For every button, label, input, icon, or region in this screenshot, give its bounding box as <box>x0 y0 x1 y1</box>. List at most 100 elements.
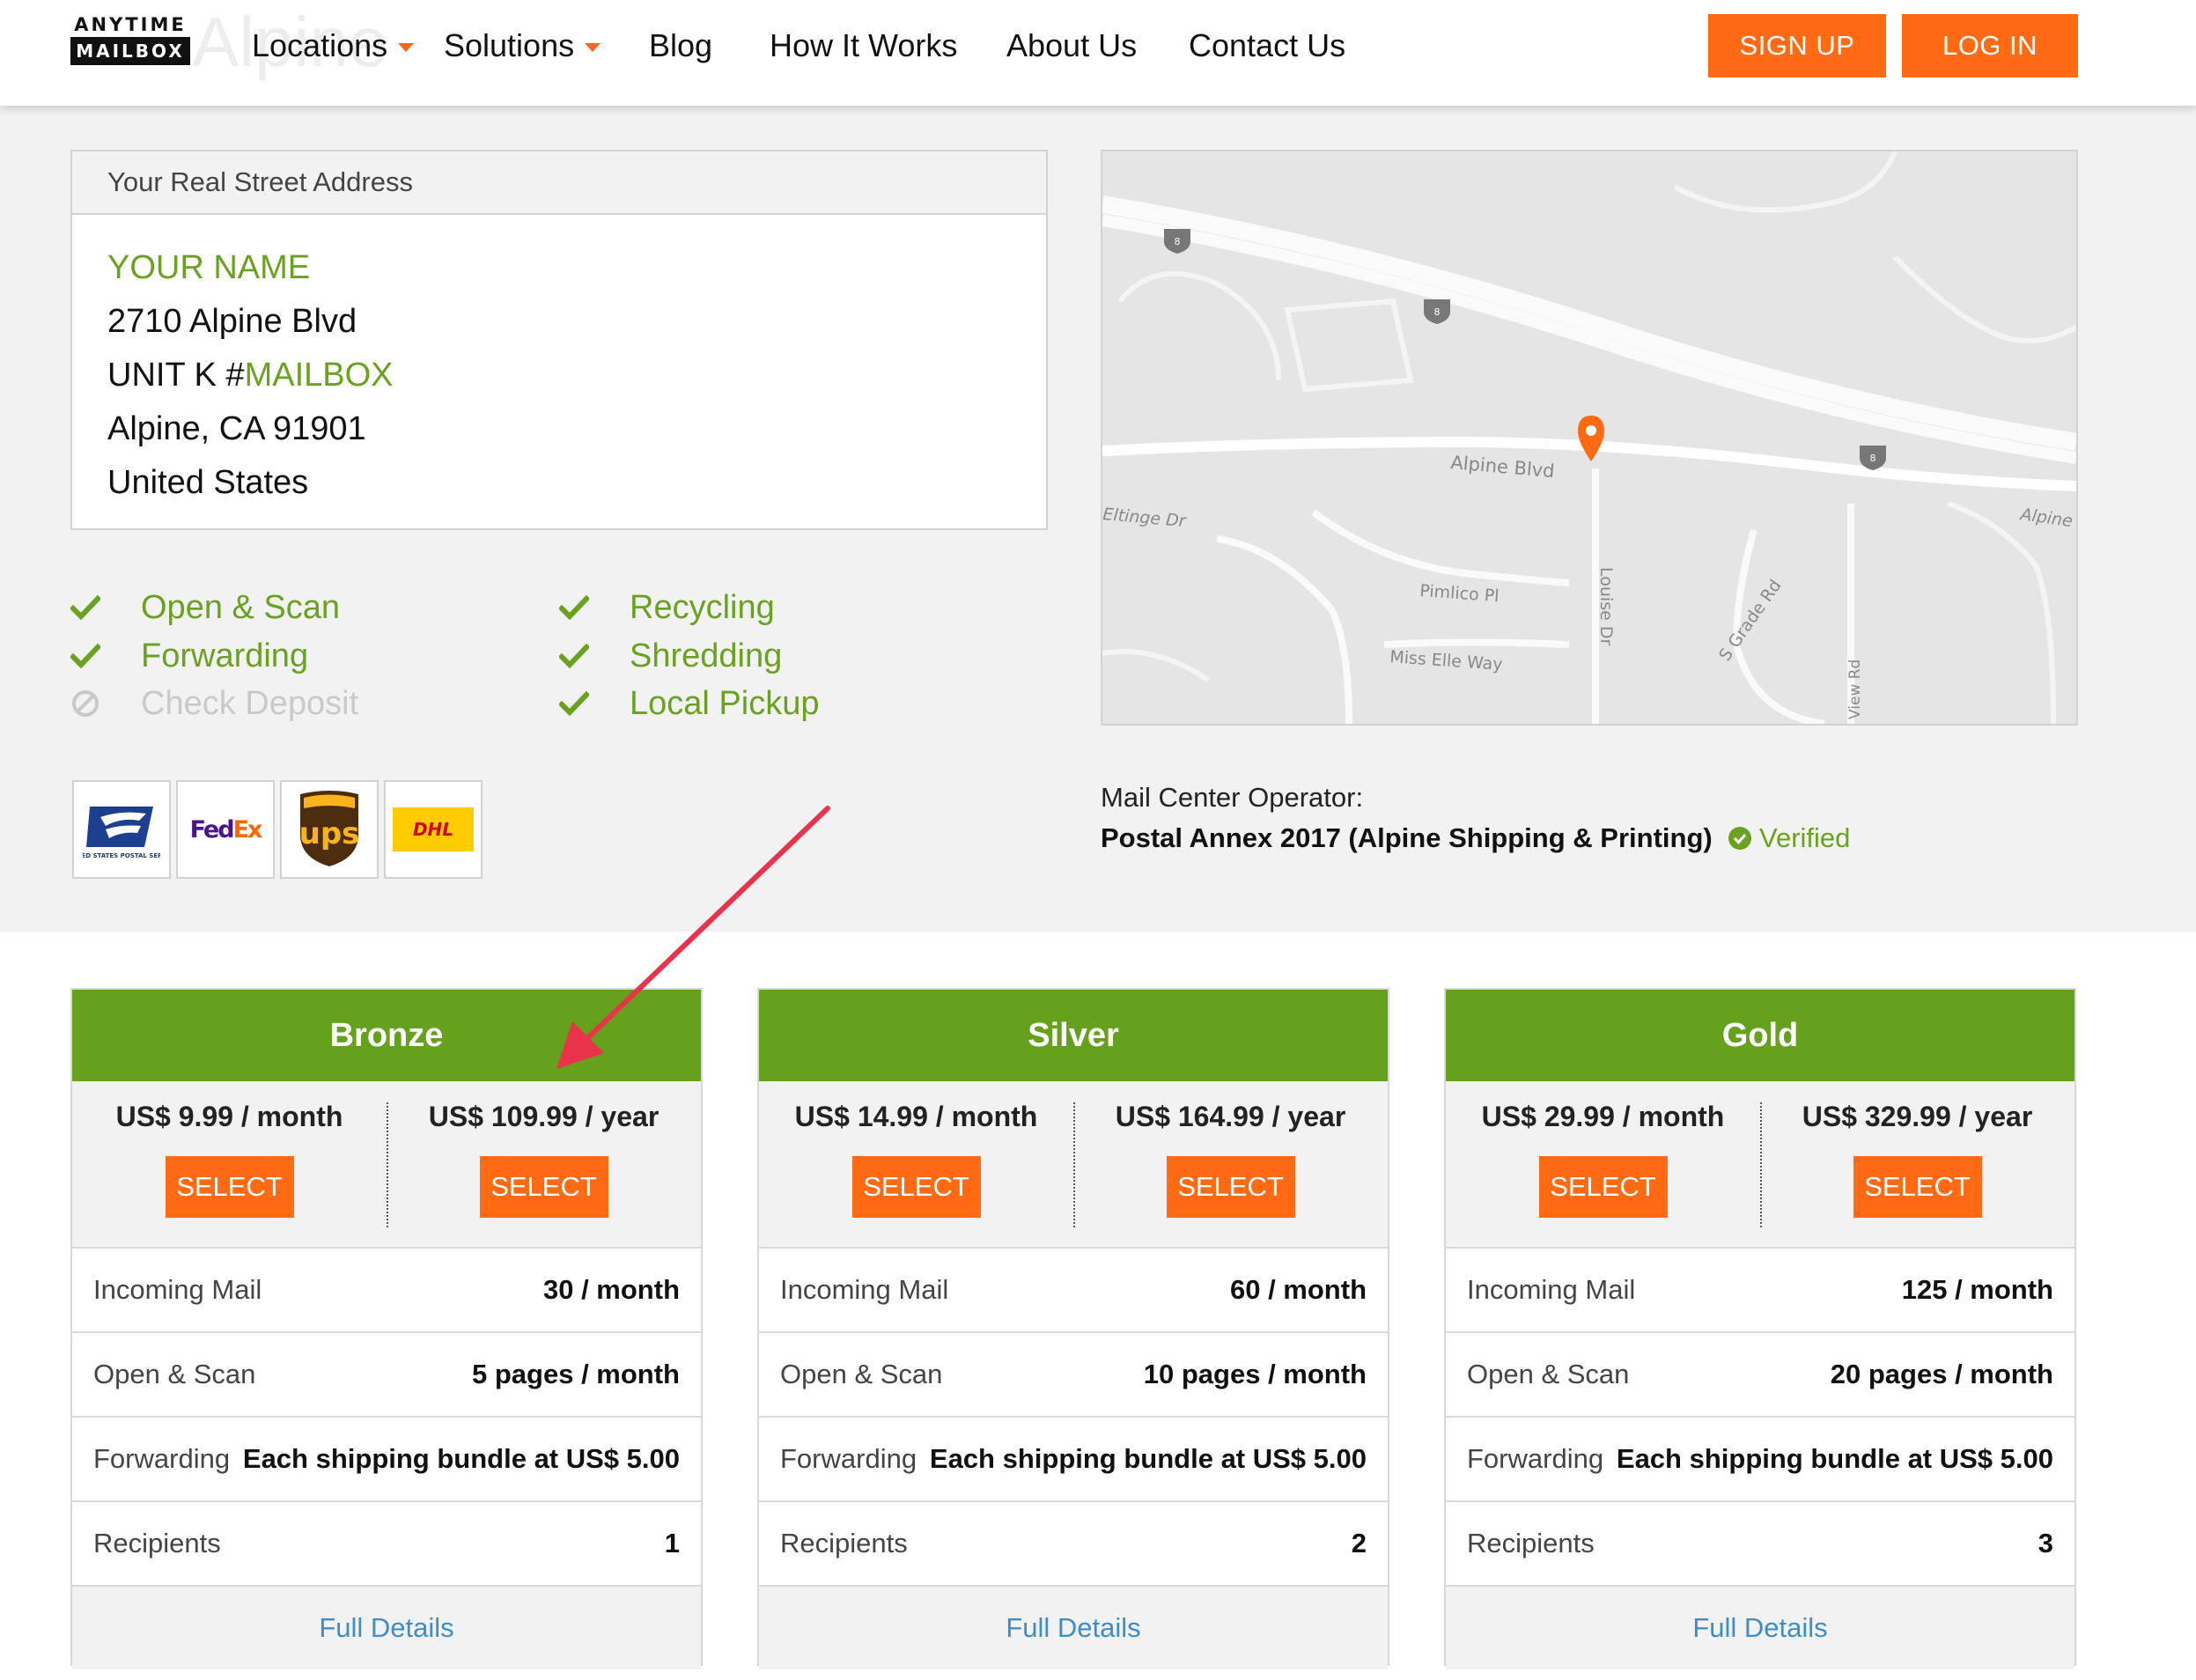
row-label: Open & Scan <box>1467 1359 1630 1389</box>
logo-top-text: ANYTIME <box>74 14 187 35</box>
address-city: Alpine, CA 91901 <box>107 410 366 447</box>
chevron-down-icon <box>585 43 601 53</box>
verified-badge: Verified <box>1728 822 1850 854</box>
nav-locations[interactable]: Locations <box>252 26 415 65</box>
site-header: Alpine ANYTIME MAILBOX Locations Solutio… <box>0 0 2196 106</box>
full-details-link[interactable]: Full Details <box>759 1587 1388 1669</box>
nav-solutions-label: Solutions <box>444 27 575 63</box>
plan-pricing: US$ 9.99 / month SELECT US$ 109.99 / yea… <box>72 1081 701 1249</box>
plan-pricing: US$ 29.99 / month SELECT US$ 329.99 / ye… <box>1446 1081 2074 1249</box>
feature-recycling-label: Recycling <box>630 589 775 626</box>
location-map[interactable]: 8 8 8 Alpine Blvd Eltinge Dr Alpine Piml… <box>1101 150 2078 726</box>
usps-eagle-icon: UNITED STATES POSTAL SERVICE <box>83 807 160 859</box>
check-icon <box>559 690 589 717</box>
plan-card-silver: Silver US$ 14.99 / month SELECT US$ 164.… <box>757 988 1389 1669</box>
map-label-view-rd: View Rd <box>1846 659 1864 719</box>
plan-pricing: US$ 14.99 / month SELECT US$ 164.99 / ye… <box>759 1081 1388 1249</box>
select-yearly-button[interactable]: SELECT <box>479 1156 608 1218</box>
plan-title: Silver <box>759 990 1388 1081</box>
row-value: 2 <box>1351 1528 1367 1558</box>
check-icon <box>559 594 589 621</box>
address-name: YOUR NAME <box>107 249 311 286</box>
row-value: 5 pages / month <box>472 1359 680 1389</box>
plan-row-recipients: Recipients 2 <box>759 1502 1388 1587</box>
full-details-link[interactable]: Full Details <box>1446 1587 2074 1669</box>
plan-row-recipients: Recipients 3 <box>1446 1502 2074 1587</box>
row-value: 1 <box>664 1528 680 1558</box>
plan-row-recipients: Recipients 1 <box>72 1502 701 1587</box>
plan-card-bronze: Bronze US$ 9.99 / month SELECT US$ 109.9… <box>70 988 703 1669</box>
select-monthly-button[interactable]: SELECT <box>1538 1156 1668 1218</box>
feature-check-deposit: Check Deposit <box>72 680 359 727</box>
row-value: Each shipping bundle at US$ 5.00 <box>242 1443 680 1474</box>
monthly-price: US$ 14.99 / month <box>794 1101 1038 1132</box>
address-country: United States <box>107 464 309 501</box>
row-value: 125 / month <box>1901 1274 2053 1305</box>
svg-text:8: 8 <box>1175 236 1181 247</box>
row-label: Forwarding <box>780 1443 917 1474</box>
row-value: 30 / month <box>542 1274 680 1305</box>
select-monthly-button[interactable]: SELECT <box>165 1156 294 1218</box>
feature-check-deposit-label: Check Deposit <box>141 685 359 722</box>
plan-row-incoming-mail: Incoming Mail 30 / month <box>72 1249 701 1333</box>
yearly-price: US$ 329.99 / year <box>1802 1101 2033 1132</box>
monthly-price: US$ 29.99 / month <box>1481 1101 1725 1132</box>
select-yearly-button[interactable]: SELECT <box>1166 1156 1295 1218</box>
plan-row-forwarding: Forwarding Each shipping bundle at US$ 5.… <box>759 1418 1388 1502</box>
nav-solutions[interactable]: Solutions <box>444 26 601 65</box>
row-label: Forwarding <box>1467 1443 1604 1474</box>
usps-logo: UNITED STATES POSTAL SERVICE <box>72 780 171 879</box>
dhl-logo: DHL <box>384 780 483 879</box>
select-monthly-button[interactable]: SELECT <box>851 1156 981 1218</box>
nav-about-us[interactable]: About Us <box>1006 26 1137 65</box>
feature-shredding: Shredding <box>559 632 783 680</box>
svg-text:8: 8 <box>1870 453 1876 464</box>
ups-logo-text: ups <box>299 816 360 851</box>
feature-forwarding: Forwarding <box>70 632 309 680</box>
address-card-heading: Your Real Street Address <box>72 151 1046 215</box>
chevron-down-icon <box>398 43 415 53</box>
address-unit: UNIT K #MAILBOX <box>107 349 1046 402</box>
check-icon <box>70 643 100 669</box>
plan-card-gold: Gold US$ 29.99 / month SELECT US$ 329.99… <box>1444 988 2076 1669</box>
anytime-mailbox-logo[interactable]: ANYTIME MAILBOX <box>70 12 190 65</box>
row-value: Each shipping bundle at US$ 5.00 <box>1616 1443 2053 1474</box>
yearly-price-column: US$ 164.99 / year SELECT <box>1073 1081 1388 1247</box>
row-label: Incoming Mail <box>780 1274 949 1305</box>
nav-locations-label: Locations <box>252 27 388 63</box>
row-label: Incoming Mail <box>93 1274 262 1305</box>
check-icon <box>70 594 100 621</box>
yearly-price: US$ 164.99 / year <box>1115 1101 1346 1132</box>
address-body: YOUR NAME 2710 Alpine Blvd UNIT K #MAILB… <box>72 215 1046 510</box>
log-in-button[interactable]: LOG IN <box>1902 14 2078 77</box>
row-label: Forwarding <box>93 1443 231 1474</box>
fedex-logo-text: FedEx <box>190 816 262 844</box>
dhl-logo-text: DHL <box>413 819 453 840</box>
row-value: 10 pages / month <box>1143 1359 1367 1389</box>
row-label: Open & Scan <box>93 1359 256 1389</box>
address-line-1: 2710 Alpine Blvd <box>107 303 357 340</box>
plan-row-open-scan: Open & Scan 20 pages / month <box>1446 1333 2074 1418</box>
plan-title: Bronze <box>72 990 701 1081</box>
fedex-logo: FedEx <box>176 780 275 879</box>
full-details-link[interactable]: Full Details <box>72 1587 701 1669</box>
verified-check-icon <box>1728 827 1751 850</box>
address-unit-mailbox: MAILBOX <box>244 357 394 394</box>
row-label: Recipients <box>780 1528 908 1558</box>
plan-row-incoming-mail: Incoming Mail 60 / month <box>759 1249 1388 1333</box>
select-yearly-button[interactable]: SELECT <box>1853 1156 1982 1218</box>
yearly-price-column: US$ 109.99 / year SELECT <box>387 1081 701 1247</box>
monthly-price: US$ 9.99 / month <box>115 1101 343 1132</box>
nav-blog[interactable]: Blog <box>649 26 712 65</box>
sign-up-button[interactable]: SIGN UP <box>1708 14 1886 77</box>
nav-contact-us[interactable]: Contact Us <box>1189 26 1345 65</box>
usps-logo-text: UNITED STATES POSTAL SERVICE <box>83 852 160 859</box>
street-address-card: Your Real Street Address YOUR NAME 2710 … <box>70 150 1048 530</box>
feature-shredding-label: Shredding <box>630 637 783 674</box>
row-value: 3 <box>2038 1528 2053 1558</box>
feature-forwarding-label: Forwarding <box>141 637 309 674</box>
nav-how-it-works[interactable]: How It Works <box>770 26 957 65</box>
monthly-price-column: US$ 9.99 / month SELECT <box>72 1081 387 1247</box>
logo-bottom-text: MAILBOX <box>70 37 190 65</box>
plan-title: Gold <box>1446 990 2074 1081</box>
